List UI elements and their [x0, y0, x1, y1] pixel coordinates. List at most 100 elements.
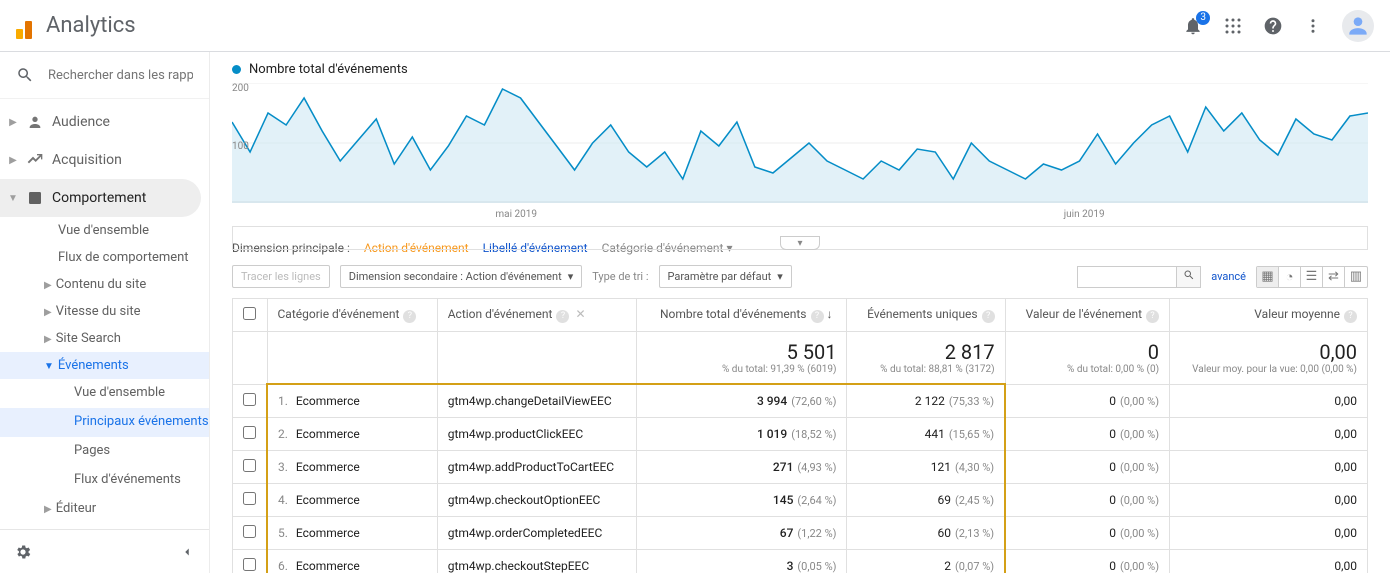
cell-avg: 0,00	[1170, 516, 1368, 549]
table-search-button[interactable]	[1177, 266, 1201, 288]
col-category[interactable]: Catégorie d'événement?	[267, 299, 437, 332]
cell-avg: 0,00	[1170, 483, 1368, 516]
nav-behavior-flow[interactable]: Flux de comportement	[0, 244, 209, 271]
cell-unique: 121(4,30 %)	[847, 450, 1005, 483]
chevron-right-icon: ▶	[44, 307, 52, 318]
sort-label: Type de tri :	[592, 270, 648, 283]
app-header: Analytics 3	[0, 0, 1390, 52]
timeline-minimap[interactable]: ▾	[232, 226, 1368, 250]
cell-total: 271(4,93 %)	[637, 450, 847, 483]
nav-acquisition[interactable]: ▶ Acquisition	[0, 141, 209, 179]
row-checkbox[interactable]	[243, 492, 256, 505]
view-pivot-icon[interactable]: ▥	[1345, 267, 1367, 287]
remove-dimension-icon[interactable]: ✕	[575, 307, 585, 321]
col-total[interactable]: Nombre total d'événements? ↓	[637, 299, 847, 332]
row-checkbox[interactable]	[243, 426, 256, 439]
cell-category: 5.Ecommerce	[267, 516, 437, 549]
line-chart-svg	[232, 83, 1368, 203]
cell-value: 0(0,00 %)	[1005, 450, 1169, 483]
cell-avg: 0,00	[1170, 549, 1368, 573]
nav-audience[interactable]: ▶ Audience	[0, 103, 209, 141]
nav-publisher[interactable]: ▶Éditeur	[0, 495, 209, 522]
table-row[interactable]: 2.Ecommercegtm4wp.productClickEEC1 019(1…	[233, 417, 1368, 450]
behavior-icon	[26, 189, 44, 207]
help-icon[interactable]: ?	[1344, 310, 1357, 323]
report-search-input[interactable]	[48, 68, 193, 83]
help-icon[interactable]: ?	[403, 310, 416, 323]
nav-events-pages[interactable]: Pages	[0, 437, 209, 466]
nav-events-overview[interactable]: Vue d'ensemble	[0, 379, 209, 408]
chart: 200 100 mai 2019 juin 2019 ▾	[232, 83, 1368, 223]
cell-action: gtm4wp.orderCompletedEEC	[437, 516, 637, 549]
row-checkbox[interactable]	[243, 525, 256, 538]
select-all-header[interactable]	[233, 299, 268, 332]
admin-gear-icon[interactable]	[14, 543, 32, 561]
notification-badge: 3	[1196, 11, 1210, 25]
more-icon[interactable]	[1302, 15, 1324, 37]
plot-rows-button[interactable]: Tracer les lignes	[232, 265, 330, 288]
secondary-dimension-select[interactable]: Dimension secondaire : Action d'événemen…	[340, 265, 582, 288]
nav-events-flow[interactable]: Flux d'événements	[0, 466, 209, 495]
view-toggle: ▦ ◔ ☰ ⇄ ▥	[1256, 266, 1368, 288]
cell-value: 0(0,00 %)	[1005, 417, 1169, 450]
search-icon[interactable]	[16, 66, 34, 84]
summary-value: 0% du total: 0,00 % (0)	[1005, 332, 1169, 385]
table-row[interactable]: 1.Ecommercegtm4wp.changeDetailViewEEC3 9…	[233, 384, 1368, 417]
sort-type-select[interactable]: Paramètre par défaut ▾	[659, 265, 792, 288]
col-unique[interactable]: Événements uniques?	[847, 299, 1005, 332]
table-row[interactable]: 5.Ecommercegtm4wp.orderCompletedEEC67(1,…	[233, 516, 1368, 549]
apps-icon[interactable]	[1222, 15, 1244, 37]
notifications-icon[interactable]: 3	[1182, 15, 1204, 37]
chevron-right-icon: ▶	[44, 504, 52, 515]
cell-total: 145(2,64 %)	[637, 483, 847, 516]
table-row[interactable]: 6.Ecommercegtm4wp.checkoutStepEEC3(0,05 …	[233, 549, 1368, 573]
row-checkbox[interactable]	[243, 459, 256, 472]
view-comparison-icon[interactable]: ⇄	[1323, 267, 1345, 287]
advanced-link[interactable]: avancé	[1211, 270, 1246, 283]
cell-category: 1.Ecommerce	[267, 384, 437, 417]
cell-category: 3.Ecommerce	[267, 450, 437, 483]
sidebar: ▶ Audience ▶ Acquisition ▼ Comportement …	[0, 52, 210, 573]
row-checkbox[interactable]	[243, 558, 256, 571]
col-action[interactable]: Action d'événement?✕	[437, 299, 637, 332]
legend-label: Nombre total d'événements	[249, 62, 408, 77]
view-bar-icon[interactable]: ☰	[1301, 267, 1323, 287]
y-tick: 200	[232, 83, 249, 94]
nav-behavior[interactable]: ▼ Comportement	[0, 179, 201, 217]
nav-site-search[interactable]: ▶Site Search	[0, 325, 209, 352]
y-tick: 100	[232, 141, 249, 152]
help-icon[interactable]: ?	[556, 310, 569, 323]
help-icon[interactable]: ?	[811, 310, 824, 323]
table-search-input[interactable]	[1077, 266, 1177, 288]
row-checkbox[interactable]	[243, 393, 256, 406]
nav-experiments[interactable]: Tests	[0, 522, 209, 529]
cell-value: 0(0,00 %)	[1005, 516, 1169, 549]
col-avg[interactable]: Valeur moyenne?	[1170, 299, 1368, 332]
nav-overview[interactable]: Vue d'ensemble	[0, 217, 209, 244]
nav-events[interactable]: ▼Événements	[0, 352, 209, 379]
chevron-right-icon: ▶	[44, 280, 52, 291]
help-icon[interactable]: ?	[982, 310, 995, 323]
cell-value: 0(0,00 %)	[1005, 384, 1169, 417]
chevron-right-icon: ▶	[44, 334, 52, 345]
table-row[interactable]: 4.Ecommercegtm4wp.checkoutOptionEEC145(2…	[233, 483, 1368, 516]
main-content: Nombre total d'événements 200 100 mai 20…	[210, 52, 1390, 573]
table-row[interactable]: 3.Ecommercegtm4wp.addProductToCartEEC271…	[233, 450, 1368, 483]
collapse-sidebar-icon[interactable]	[179, 544, 195, 560]
chevron-down-icon: ▼	[44, 361, 54, 372]
cell-unique: 60(2,13 %)	[847, 516, 1005, 549]
help-icon[interactable]	[1262, 15, 1284, 37]
account-avatar[interactable]	[1342, 10, 1374, 42]
nav-site-speed[interactable]: ▶Vitesse du site	[0, 298, 209, 325]
help-icon[interactable]: ?	[1146, 310, 1159, 323]
cell-category: 6.Ecommerce	[267, 549, 437, 573]
summary-unique: 2 817% du total: 88,81 % (3172)	[847, 332, 1005, 385]
cell-action: gtm4wp.checkoutStepEEC	[437, 549, 637, 573]
view-pie-icon[interactable]: ◔	[1279, 267, 1301, 287]
expand-handle-icon[interactable]: ▾	[780, 236, 820, 250]
col-value[interactable]: Valeur de l'événement?	[1005, 299, 1169, 332]
nav-top-events[interactable]: Principaux événements	[0, 408, 209, 437]
cell-total: 3(0,05 %)	[637, 549, 847, 573]
view-table-icon[interactable]: ▦	[1257, 267, 1279, 287]
nav-site-content[interactable]: ▶Contenu du site	[0, 271, 209, 298]
